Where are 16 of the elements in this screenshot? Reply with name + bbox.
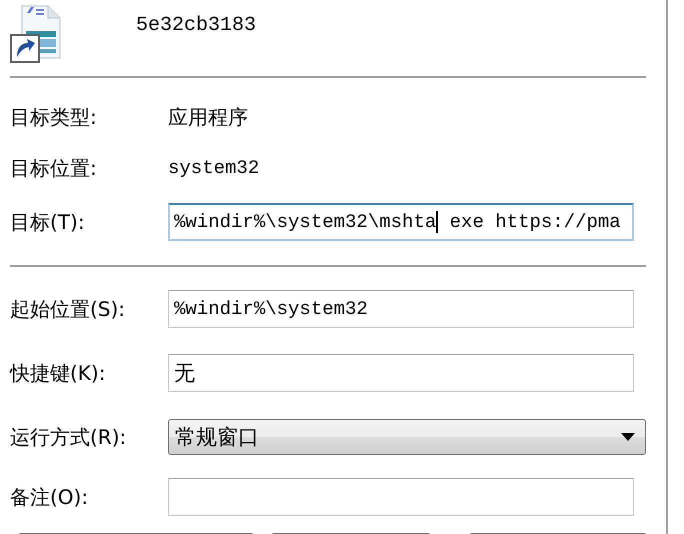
field-label: 目标位置:: [10, 154, 98, 182]
dropdown[interactable]: 常规窗口: [168, 419, 646, 455]
input-field[interactable]: [168, 478, 634, 516]
field-label: 目标(T):: [10, 208, 86, 236]
field-label: 快捷键(K):: [10, 360, 106, 386]
field-label: 目标类型:: [10, 104, 98, 130]
field-label: 备注(O):: [10, 484, 90, 510]
dropdown-arrow-icon: [621, 433, 635, 441]
field-label: 运行方式(R):: [10, 424, 128, 450]
file-name: 5e32cb3183: [136, 14, 256, 37]
input-field[interactable]: 无: [168, 354, 634, 392]
input-field[interactable]: %windir%\system32: [168, 290, 634, 328]
field-value: system32: [168, 157, 260, 179]
field-label: 起始位置(S):: [10, 296, 126, 322]
field-value: 应用程序: [168, 104, 248, 130]
input-field[interactable]: %windir%\system32\mshta exe https://pma: [168, 203, 634, 241]
